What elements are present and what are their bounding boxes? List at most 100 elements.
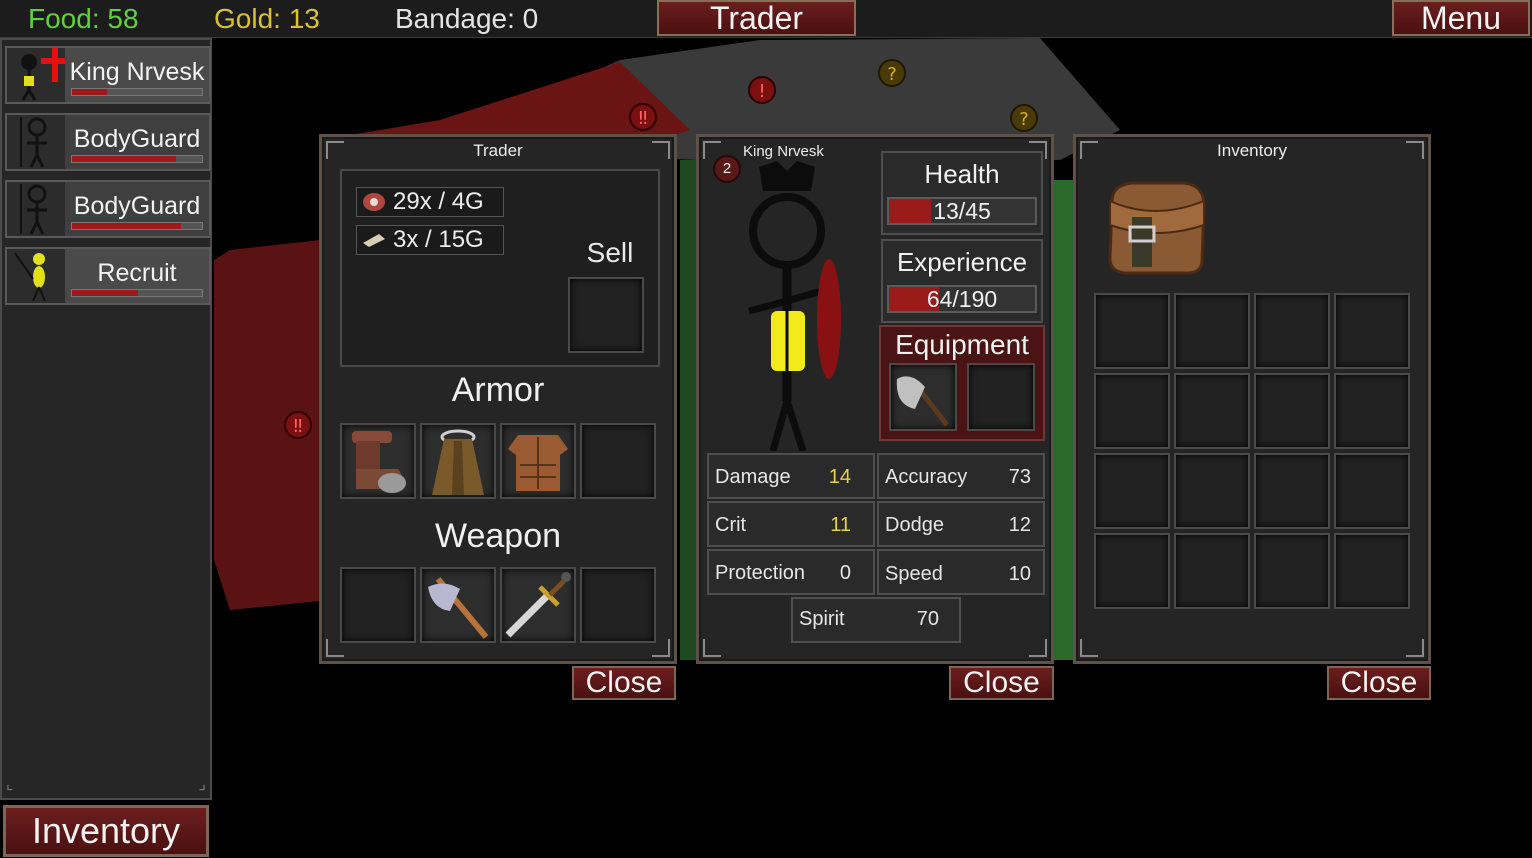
inventory-slot[interactable] <box>1254 373 1330 449</box>
cloak-icon <box>432 429 484 495</box>
trader-close-button[interactable]: Close <box>572 666 676 700</box>
experience-value: 64/190 <box>926 286 998 312</box>
stat-value: 12 <box>1008 514 1031 536</box>
inventory-slot[interactable] <box>1334 453 1410 529</box>
avatar <box>7 115 65 169</box>
armor-slot-empty[interactable] <box>580 423 656 499</box>
stat-label: Protection <box>715 562 806 584</box>
inventory-close-button[interactable]: Close <box>1327 666 1431 700</box>
stat-spirit: Spirit 70 <box>791 597 961 643</box>
character-panel: King Nrvesk 2 Health 13/45 Experience 64… <box>696 134 1054 664</box>
inventory-slot[interactable] <box>1094 373 1170 449</box>
trade-item-bandage[interactable]: 3x / 15G <box>356 225 504 255</box>
health-bar <box>71 88 203 96</box>
party-member-recruit[interactable]: Recruit <box>5 247 211 305</box>
gold-counter: Gold: 13 <box>214 3 320 34</box>
party-member-king[interactable]: King Nrvesk <box>5 46 211 104</box>
stat-protection: Protection 0 <box>707 549 875 595</box>
stat-value: 70 <box>916 608 939 630</box>
sell-slot[interactable] <box>568 277 644 353</box>
svg-text:‼: ‼ <box>294 416 303 437</box>
equipment-slot-empty[interactable] <box>967 363 1035 431</box>
equipment-slot-weapon[interactable] <box>889 363 957 431</box>
stat-dodge: Dodge 12 <box>877 501 1045 547</box>
party-member-bodyguard-1[interactable]: BodyGuard <box>5 113 211 171</box>
inventory-slot[interactable] <box>1254 293 1330 369</box>
heal-cross-icon <box>52 46 58 82</box>
armor-slot-boots[interactable] <box>340 423 416 499</box>
stat-value: 11 <box>830 514 851 536</box>
armor-slot-cloak[interactable] <box>420 423 496 499</box>
equipment-box: Equipment <box>879 325 1045 441</box>
corner-ornament-icon: ⌞ <box>6 776 14 793</box>
inventory-slot[interactable] <box>1174 533 1250 609</box>
inventory-title: Inventory <box>1217 141 1287 160</box>
inventory-slot[interactable] <box>1334 533 1410 609</box>
backpack-icon <box>1108 181 1206 275</box>
weapon-slot-axe[interactable] <box>420 567 496 643</box>
experience-heading: Experience <box>896 247 1028 277</box>
sword-icon <box>505 572 571 638</box>
weapon-slot-empty[interactable] <box>580 567 656 643</box>
stat-value: 10 <box>1008 563 1031 585</box>
avatar <box>7 46 69 102</box>
health-box: Health 13/45 <box>881 151 1043 235</box>
menu-button[interactable]: Menu <box>1392 0 1530 36</box>
inventory-slot[interactable] <box>1334 373 1410 449</box>
inventory-button[interactable]: Inventory <box>3 805 209 857</box>
svg-text:!: ! <box>758 81 765 102</box>
weapon-slot-sword[interactable] <box>500 567 576 643</box>
character-name: King Nrvesk <box>743 143 824 160</box>
weapon-heading: Weapon <box>434 517 562 555</box>
stat-speed: Speed 10 <box>877 549 1045 595</box>
health-bar <box>71 155 203 163</box>
health-gauge: 13/45 <box>887 197 1037 225</box>
inventory-slot[interactable] <box>1334 293 1410 369</box>
svg-text:‼: ‼ <box>639 108 648 129</box>
trade-item-label: 3x / 15G <box>393 226 484 253</box>
food-counter: Food: 58 <box>28 3 139 34</box>
party-panel: King Nrvesk BodyGuard BodyGuard Recruit … <box>0 38 212 800</box>
health-value: 13/45 <box>933 198 991 224</box>
party-member-name: BodyGuard <box>73 125 201 153</box>
inventory-slot[interactable] <box>1254 453 1330 529</box>
stat-value: 73 <box>1008 466 1031 488</box>
meat-icon <box>363 193 385 211</box>
health-bar <box>71 222 203 230</box>
character-portrait <box>748 161 841 451</box>
corner-ornament-icon: ⌟ <box>198 776 207 793</box>
trader-button[interactable]: Trader <box>657 0 856 36</box>
character-close-button[interactable]: Close <box>949 666 1054 700</box>
stat-label: Speed <box>885 563 943 585</box>
chest-armor-icon <box>508 435 568 491</box>
axe-icon <box>896 376 949 427</box>
top-bar: Food: 58 Gold: 13 Bandage: 0 Trader Menu <box>0 0 1532 38</box>
stat-label: Accuracy <box>885 466 968 488</box>
stat-damage: Damage 14 <box>707 453 875 499</box>
experience-gauge: 64/190 <box>887 285 1037 313</box>
health-bar <box>71 289 203 297</box>
stat-accuracy: Accuracy 73 <box>877 453 1045 499</box>
svg-text:?: ? <box>887 64 897 85</box>
bandage-counter: Bandage: 0 <box>395 3 539 34</box>
sell-label: Sell <box>586 237 634 268</box>
inventory-slot[interactable] <box>1094 453 1170 529</box>
inventory-slot[interactable] <box>1174 453 1250 529</box>
armor-slot-chest[interactable] <box>500 423 576 499</box>
inventory-slot[interactable] <box>1094 293 1170 369</box>
inventory-panel: Inventory <box>1073 134 1431 664</box>
svg-text:?: ? <box>1019 109 1029 130</box>
weapon-slot-empty[interactable] <box>340 567 416 643</box>
trade-item-food[interactable]: 29x / 4G <box>356 187 504 217</box>
experience-box: Experience 64/190 <box>881 239 1043 323</box>
stat-label: Crit <box>715 514 747 536</box>
equipment-heading: Equipment <box>895 329 1029 360</box>
inventory-slot[interactable] <box>1254 533 1330 609</box>
party-member-bodyguard-2[interactable]: BodyGuard <box>5 180 211 238</box>
inventory-slot[interactable] <box>1174 293 1250 369</box>
stat-crit: Crit 11 <box>707 501 875 547</box>
trader-panel: Trader 29x / 4G 3x / 15G Sell Armor Weap… <box>319 134 677 664</box>
stat-value: 14 <box>828 466 851 488</box>
inventory-slot[interactable] <box>1094 533 1170 609</box>
inventory-slot[interactable] <box>1174 373 1250 449</box>
